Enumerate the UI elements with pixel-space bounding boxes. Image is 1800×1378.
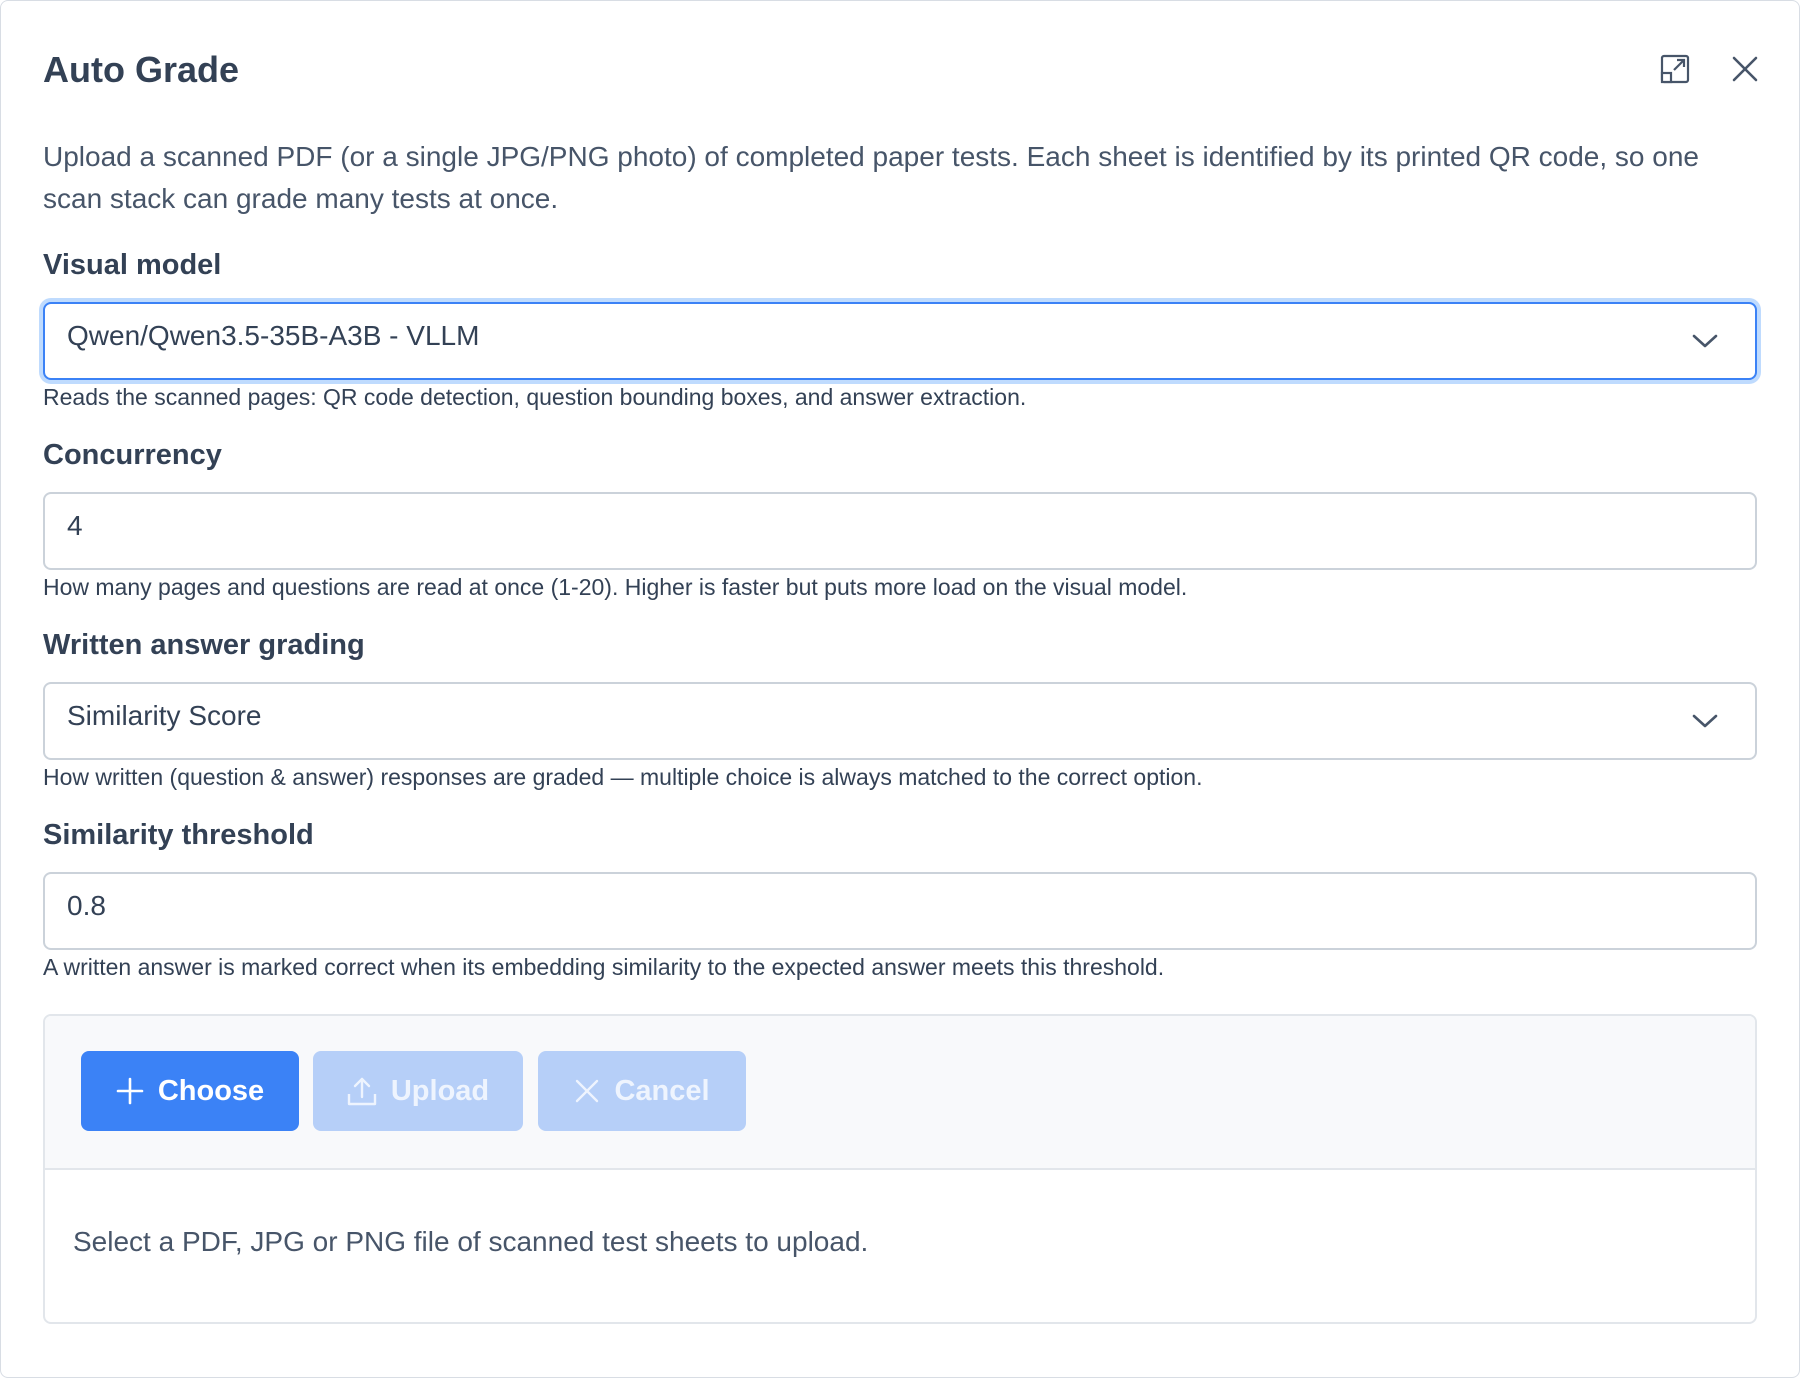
visual-model-value: Qwen/Qwen3.5-35B-A3B - VLLM [67, 320, 480, 351]
chevron-down-icon [1683, 319, 1727, 363]
written-grading-help: How written (question & answer) response… [43, 764, 1203, 790]
similarity-threshold-value: 0.8 [67, 890, 106, 921]
upload-toolbar: Choose Upload Cancel [45, 1016, 1755, 1170]
close-button[interactable] [1721, 45, 1769, 93]
maximize-icon [1660, 54, 1690, 84]
plus-icon [116, 1077, 144, 1105]
close-icon [574, 1078, 600, 1104]
header-actions [1651, 45, 1769, 93]
similarity-threshold-help: A written answer is marked correct when … [43, 954, 1165, 980]
auto-grade-dialog: Auto Grade Upload a scanned PDF (or a si… [0, 0, 1800, 1378]
concurrency-input[interactable]: 4 [43, 492, 1757, 570]
visual-model-help: Reads the scanned pages: QR code detecti… [43, 384, 1027, 410]
upload-button[interactable]: Upload [313, 1051, 523, 1131]
visual-model-label: Visual model [43, 249, 222, 281]
similarity-threshold-label: Similarity threshold [43, 819, 314, 851]
maximize-button[interactable] [1651, 45, 1699, 93]
concurrency-value: 4 [67, 510, 83, 541]
concurrency-label: Concurrency [43, 439, 222, 471]
choose-button[interactable]: Choose [81, 1051, 299, 1131]
upload-icon [347, 1076, 377, 1106]
close-icon [1732, 56, 1758, 82]
cancel-button[interactable]: Cancel [538, 1051, 746, 1131]
written-grading-label: Written answer grading [43, 629, 365, 661]
written-grading-select[interactable]: Similarity Score [43, 682, 1757, 760]
similarity-threshold-input[interactable]: 0.8 [43, 872, 1757, 950]
visual-model-select[interactable]: Qwen/Qwen3.5-35B-A3B - VLLM [43, 302, 1757, 380]
concurrency-help: How many pages and questions are read at… [43, 574, 1188, 600]
upload-label: Upload [390, 1074, 490, 1107]
chevron-down-icon [1683, 699, 1727, 743]
dialog-description: Upload a scanned PDF (or a single JPG/PN… [43, 141, 1699, 214]
file-upload: Choose Upload Cancel Select a PDF, JPG o… [43, 1014, 1757, 1324]
dialog-title: Auto Grade [43, 49, 240, 90]
dialog-header: Auto Grade [43, 45, 1769, 95]
written-grading-value: Similarity Score [67, 700, 262, 731]
choose-label: Choose [157, 1074, 265, 1107]
cancel-label: Cancel [614, 1074, 710, 1107]
upload-dropzone[interactable]: Select a PDF, JPG or PNG file of scanned… [45, 1170, 1755, 1322]
upload-empty-message: Select a PDF, JPG or PNG file of scanned… [73, 1226, 869, 1257]
